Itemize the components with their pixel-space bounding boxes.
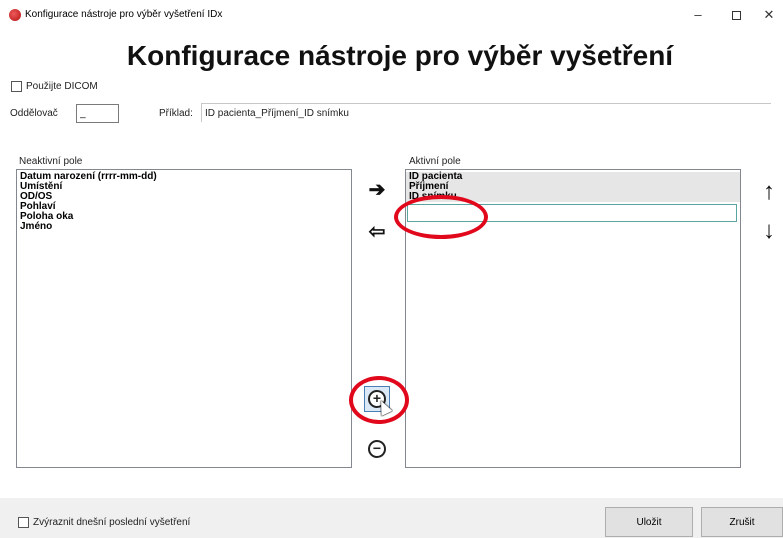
bottom-bar: Zvýraznit dnešní poslední vyšetření Ulož… xyxy=(0,498,783,538)
arrow-up-icon: ↑ xyxy=(763,178,775,205)
inactive-fields-label: Neaktivní pole xyxy=(19,156,83,167)
separator-label: Oddělovač xyxy=(10,108,58,119)
example-label: Příklad: xyxy=(159,108,193,119)
list-item[interactable]: Umístění xyxy=(17,182,351,192)
window-title: Konfigurace nástroje pro výběr vyšetření… xyxy=(25,9,223,20)
app-icon xyxy=(9,9,21,21)
arrow-right-icon: ➔ xyxy=(368,179,386,201)
save-button[interactable]: Uložit xyxy=(605,507,693,537)
highlight-today-label: Zvýraznit dnešní poslední vyšetření xyxy=(33,517,191,528)
remove-field-button[interactable]: − xyxy=(368,440,386,458)
active-fields-list[interactable]: ID pacienta Příjmení ID snímku xyxy=(405,169,741,468)
minus-icon: − xyxy=(372,440,382,456)
list-item[interactable]: Jméno xyxy=(17,222,351,232)
example-preview: ID pacienta_Příjmení_ID snímku xyxy=(201,103,771,122)
move-left-button[interactable]: ⇦ xyxy=(364,219,390,245)
page-title: Konfigurace nástroje pro výběr vyšetření xyxy=(126,40,674,71)
list-item[interactable]: OD/OS xyxy=(17,192,351,202)
move-down-button[interactable]: ↓ xyxy=(756,218,782,244)
inactive-fields-list[interactable]: Datum narození (rrrr-mm-dd) Umístění OD/… xyxy=(16,169,352,468)
minimize-button[interactable]: – xyxy=(684,6,712,24)
maximize-icon xyxy=(731,11,741,21)
new-field-input[interactable] xyxy=(407,204,737,222)
arrow-left-icon: ⇦ xyxy=(368,221,386,243)
cancel-button[interactable]: Zrušit xyxy=(701,507,783,537)
minimize-icon: – xyxy=(694,7,702,22)
list-item[interactable]: ID pacienta xyxy=(406,172,740,182)
list-item[interactable]: Poloha oka xyxy=(17,212,351,222)
separator-input[interactable] xyxy=(76,104,119,123)
list-item[interactable]: ID snímku xyxy=(406,192,740,202)
maximize-button[interactable] xyxy=(722,6,750,24)
close-button[interactable]: ✕ xyxy=(755,6,783,24)
active-fields-label: Aktivní pole xyxy=(409,156,461,167)
list-item[interactable]: Datum narození (rrrr-mm-dd) xyxy=(17,172,351,182)
close-icon: ✕ xyxy=(763,7,775,22)
move-up-button[interactable]: ↑ xyxy=(756,179,782,205)
move-right-button[interactable]: ➔ xyxy=(364,177,390,203)
use-dicom-label: Použijte DICOM xyxy=(26,81,98,92)
window-titlebar: Konfigurace nástroje pro výběr vyšetření… xyxy=(0,0,783,30)
use-dicom-checkbox[interactable] xyxy=(11,81,22,92)
arrow-down-icon: ↓ xyxy=(763,217,775,244)
highlight-today-checkbox[interactable] xyxy=(18,517,29,528)
